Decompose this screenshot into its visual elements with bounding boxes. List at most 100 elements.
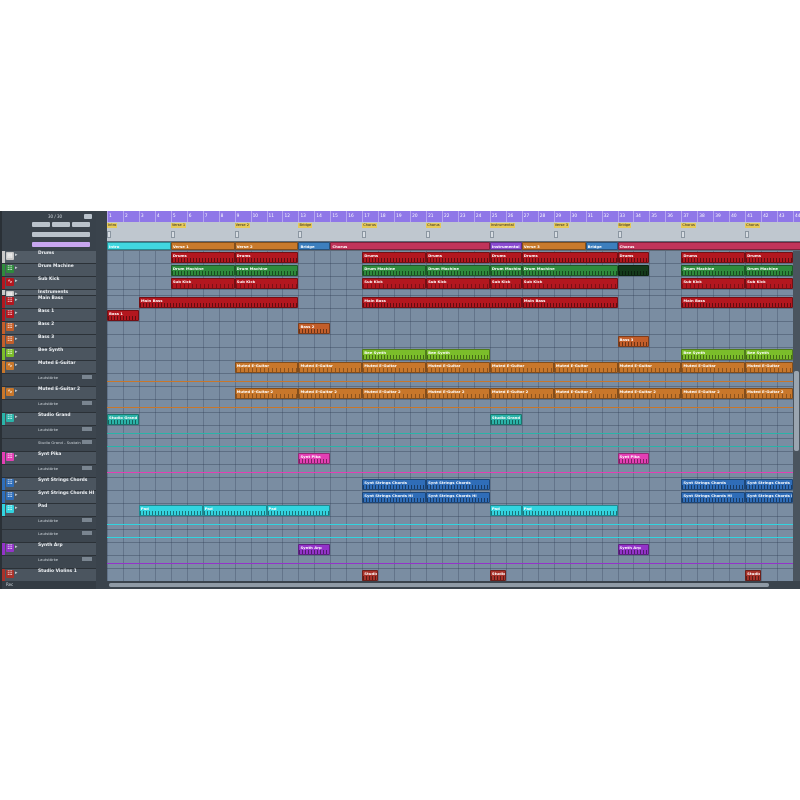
expand-chevron-icon[interactable]: ▸ xyxy=(15,337,18,342)
folder-part[interactable]: Drums xyxy=(362,252,427,263)
midi-part[interactable]: Synth Arp xyxy=(298,544,331,555)
track-color-strip[interactable] xyxy=(2,348,5,360)
automation-curve[interactable] xyxy=(107,381,793,382)
automation-curve[interactable] xyxy=(107,446,793,447)
audio-event[interactable]: Sub Kick xyxy=(489,278,522,289)
marker[interactable]: Verse 2 xyxy=(234,223,251,228)
midi-part[interactable]: Pad xyxy=(266,505,331,516)
expand-chevron-icon[interactable]: ▸ xyxy=(15,279,18,284)
automation-lane-header[interactable]: Lautstärke xyxy=(2,465,96,478)
folder-part[interactable]: Drums xyxy=(426,252,490,263)
audio-event[interactable]: Sub Kick xyxy=(426,278,490,289)
track-header[interactable]: ∿ ▸ Muted E-Guitar xyxy=(2,361,96,382)
track-header[interactable]: ☷ ▸ Synt Strings Chords xyxy=(2,478,96,499)
midi-part[interactable]: Bass 3 xyxy=(617,336,650,347)
track-header[interactable]: ☷ ▸ Synt Strings Chords HI xyxy=(2,491,96,512)
track-color-strip[interactable] xyxy=(2,361,5,373)
automation-curve[interactable] xyxy=(107,472,793,473)
automation-lane-header[interactable]: Lautstärke xyxy=(2,374,96,387)
audio-event[interactable]: Muted E-Guitar 2 xyxy=(234,388,299,399)
midi-part[interactable]: Studio Grand xyxy=(489,414,522,425)
track-color-strip[interactable] xyxy=(2,296,5,308)
automation-lane-header[interactable]: Lautstärke xyxy=(2,426,96,439)
audio-event[interactable]: Muted E-Guitar 2 xyxy=(362,388,427,399)
midi-part[interactable] xyxy=(617,265,650,276)
track-color-strip[interactable] xyxy=(2,413,5,425)
audio-event[interactable]: Sub Kick xyxy=(681,278,746,289)
chord-event[interactable] xyxy=(617,231,622,238)
arranger-section[interactable]: Verse 1 xyxy=(170,242,235,250)
audio-event[interactable]: Sub Kick xyxy=(170,278,235,289)
automation-parameter-label[interactable]: Lautstärke xyxy=(38,466,58,471)
midi-part[interactable]: Bee Synth xyxy=(362,349,427,360)
automation-value-field[interactable] xyxy=(82,401,92,405)
marker[interactable]: Intro xyxy=(107,223,118,228)
audio-event[interactable]: Muted E-Guitar xyxy=(553,362,618,373)
expand-chevron-icon[interactable]: ▸ xyxy=(15,506,18,511)
folder-part[interactable]: Drums xyxy=(617,252,650,263)
expand-chevron-icon[interactable]: ▸ xyxy=(15,545,18,550)
automation-parameter-label[interactable]: Lautstärke xyxy=(38,427,58,432)
vertical-scroll-thumb[interactable] xyxy=(794,371,799,451)
marker-list-field[interactable] xyxy=(32,232,90,237)
midi-part[interactable]: Drum Machine xyxy=(362,265,427,276)
midi-part[interactable]: Synt Strings Chords HI xyxy=(362,492,427,503)
midi-part[interactable]: Bee Synth xyxy=(681,349,746,360)
automation-parameter-label[interactable]: Studio Grand - Sustain xyxy=(38,440,81,445)
automation-curve[interactable] xyxy=(107,524,793,525)
track-header[interactable]: ☷ ▸ Studio Grand xyxy=(2,413,96,434)
arranger-section[interactable]: Verse 3 xyxy=(521,242,586,250)
expand-chevron-icon[interactable]: ▸ xyxy=(15,298,18,303)
automation-value-field[interactable] xyxy=(82,427,92,431)
expand-chevron-icon[interactable]: ▸ xyxy=(15,389,18,394)
midi-part[interactable]: Studio Grand xyxy=(107,414,139,425)
folder-part[interactable]: Drums xyxy=(234,252,299,263)
automation-parameter-label[interactable]: Lautstärke xyxy=(38,518,58,523)
automation-curve[interactable] xyxy=(107,537,793,538)
midi-part[interactable]: Drum Machine xyxy=(745,265,793,276)
track-color-strip[interactable] xyxy=(2,290,5,295)
expand-chevron-icon[interactable]: ▸ xyxy=(15,363,18,368)
track-color-strip[interactable] xyxy=(2,504,5,516)
marker-track-lane[interactable]: Intro Verse 1 Verse 2 Bridge Chorus Chorus Ins… xyxy=(107,222,800,241)
midi-part[interactable]: Bee Synth xyxy=(745,349,793,360)
automation-parameter-label[interactable]: Lautstärke xyxy=(38,531,58,536)
track-header[interactable]: ☷ ▸ Bee Synth xyxy=(2,348,96,369)
expand-chevron-icon[interactable]: ▸ xyxy=(15,266,18,271)
audio-event[interactable]: Muted E-Guitar xyxy=(234,362,299,373)
audio-event[interactable]: Muted E-Guitar 2 xyxy=(489,388,554,399)
marker[interactable]: Chorus xyxy=(362,223,377,228)
chord-event[interactable] xyxy=(362,231,367,238)
track-header[interactable]: ☷ ▸ Drum Machine xyxy=(2,264,96,285)
midi-part[interactable]: Synt Strings Chords xyxy=(362,479,427,490)
chord-event[interactable] xyxy=(681,231,686,238)
expand-chevron-icon[interactable]: ▸ xyxy=(15,480,18,485)
audio-event[interactable]: Muted E-Guitar xyxy=(489,362,554,373)
midi-part[interactable]: Synt Strings Chords HI xyxy=(745,492,793,503)
automation-lane-header[interactable]: Lautstärke xyxy=(2,530,96,543)
audio-event[interactable]: Muted E-Guitar xyxy=(745,362,793,373)
expand-chevron-icon[interactable]: ▸ xyxy=(15,311,18,316)
folder-part[interactable]: Drums xyxy=(681,252,746,263)
track-list-menu-button[interactable] xyxy=(84,214,92,219)
audio-event[interactable]: Sub Kick xyxy=(362,278,427,289)
automation-lane-header[interactable]: Lautstärke xyxy=(2,517,96,530)
midi-part[interactable]: Synth Arp xyxy=(617,544,650,555)
midi-part[interactable]: Synt Strings Chords HI xyxy=(426,492,490,503)
arranger-track-lane[interactable]: Intro Verse 1 Verse 2 Bridge Chorus Instrumen… xyxy=(107,241,800,251)
automation-value-field[interactable] xyxy=(82,375,92,379)
track-view-button[interactable] xyxy=(72,222,90,227)
midi-part[interactable]: Synt Strings Chords xyxy=(426,479,490,490)
arranger-section[interactable]: Intro xyxy=(107,242,171,250)
audio-event[interactable]: Muted E-Guitar xyxy=(681,362,746,373)
track-color-strip[interactable] xyxy=(2,543,5,555)
audio-event[interactable]: Sub Kick xyxy=(745,278,793,289)
chord-event[interactable] xyxy=(170,231,175,238)
chord-event[interactable] xyxy=(553,231,558,238)
midi-part[interactable]: Studio Vi xyxy=(362,570,379,581)
midi-part[interactable]: Synt Pika xyxy=(298,453,331,464)
expand-chevron-icon[interactable]: ▸ xyxy=(15,571,18,576)
audio-event[interactable]: Muted E-Guitar 2 xyxy=(681,388,746,399)
track-color-strip[interactable] xyxy=(2,277,5,289)
expand-chevron-icon[interactable]: ▸ xyxy=(15,253,18,258)
